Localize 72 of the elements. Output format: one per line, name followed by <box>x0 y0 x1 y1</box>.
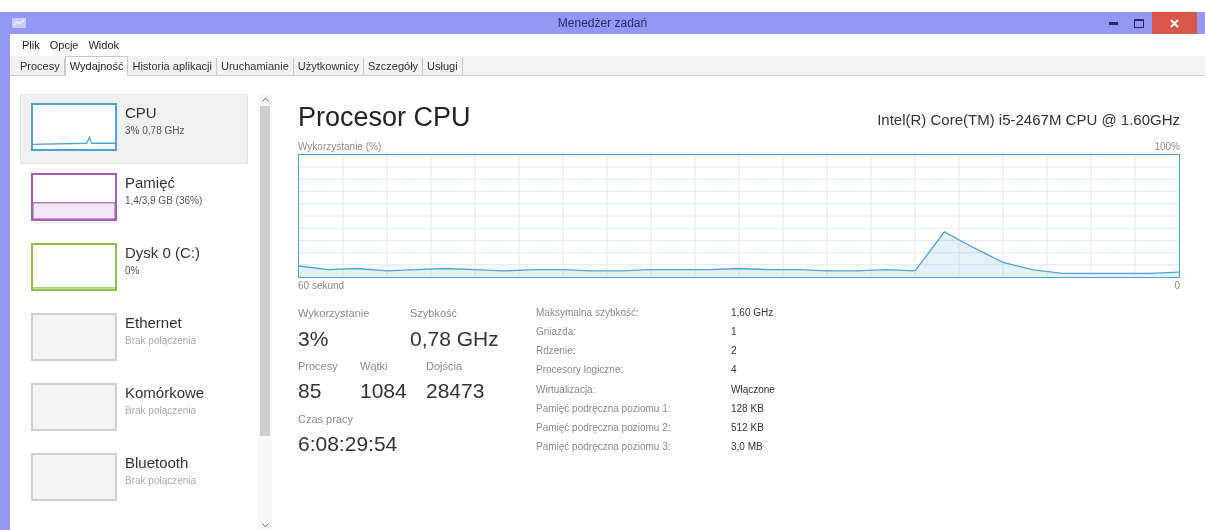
detail-value: 1 <box>731 325 738 340</box>
detail-label: Rdzenie: <box>536 344 577 359</box>
scroll-down-icon <box>261 523 269 528</box>
maximize-icon <box>1134 18 1144 28</box>
graph-label: 0 <box>1174 279 1180 293</box>
window-title: Menedżer zadań <box>557 15 648 32</box>
stat-label: Dojścia <box>426 358 464 374</box>
stat-value: 0,78 GHz <box>410 325 500 352</box>
menu-item[interactable]: Widok <box>88 36 120 54</box>
close-icon <box>1170 18 1179 28</box>
tab[interactable]: Uruchamianie <box>216 58 294 75</box>
stat-value: 6:08:29:54 <box>298 431 399 457</box>
scroll-up-icon <box>261 97 269 102</box>
stat-label: Wykorzystanie <box>298 306 371 321</box>
detail-label: Pamięć podręczna poziomu 2: <box>536 420 672 435</box>
detail-label: Wirtualizacja: <box>536 382 597 397</box>
sidebar-item[interactable]: Komórkowe Brak połączenia <box>20 374 248 444</box>
detail-value: 1,60 GHz <box>731 306 775 320</box>
detail-value: 128 KB <box>731 401 765 416</box>
stat-label: Procesy <box>298 358 339 374</box>
tab[interactable]: Szczegóły <box>363 58 424 75</box>
item-detail: Brak połączenia <box>125 333 197 348</box>
tab[interactable]: Usługi <box>423 58 463 75</box>
item-name: Ethernet <box>125 314 183 333</box>
detail-value: 2 <box>731 344 738 359</box>
item-detail: 3% 0,78 GHz <box>125 123 185 138</box>
item-name: Pamięć <box>125 174 177 193</box>
detail-value: 4 <box>731 363 738 378</box>
item-name: CPU <box>125 104 158 123</box>
item-detail: Brak połączenia <box>125 473 197 488</box>
page-title: Procesor CPU <box>298 104 471 131</box>
sidebar-item[interactable]: Pamięć 1,4/3,9 GB (36%) <box>20 164 248 234</box>
detail-value: Włączone <box>731 382 775 397</box>
scrollbar[interactable] <box>258 94 272 530</box>
sidebar-item[interactable]: Ethernet Brak połączenia <box>20 304 248 374</box>
graph-label: 100% <box>1154 140 1180 154</box>
item-name: Dysk 0 (C:) <box>125 244 200 263</box>
stat-label: Wątki <box>360 358 389 374</box>
menu-item[interactable]: Opcje <box>49 36 79 54</box>
detail-label: Pamięć podręczna poziomu 1: <box>536 401 672 416</box>
close-button[interactable] <box>1152 12 1197 34</box>
stat-value: 3% <box>298 325 330 352</box>
stat-label: Czas pracy <box>298 411 355 427</box>
detail-label: Procesory logiczne: <box>536 363 625 378</box>
item-name: Komórkowe <box>125 384 205 403</box>
tab[interactable]: Wydajność <box>64 56 129 76</box>
detail-value: 512 KB <box>731 420 765 435</box>
stat-value: 1084 <box>360 378 408 405</box>
tab[interactable]: Użytkownicy <box>293 58 364 75</box>
tab[interactable]: Historia aplikacji <box>128 58 217 75</box>
scroll-thumb[interactable] <box>260 106 270 436</box>
tab[interactable]: Procesy <box>16 58 65 75</box>
graph-label: Wykorzystanie (%) <box>298 140 382 154</box>
detail-label: Pamięć podręczna poziomu 3: <box>536 440 672 455</box>
item-detail: 1,4/3,9 GB (36%) <box>125 193 203 208</box>
stat-label: Szybkość <box>410 306 459 321</box>
sidebar-item[interactable]: CPU 3% 0,78 GHz <box>20 94 248 164</box>
graph-label: 60 sekund <box>298 279 345 293</box>
sidebar-item[interactable]: Bluetooth Brak połączenia <box>20 444 248 514</box>
menu-item[interactable]: Plik <box>22 36 40 54</box>
detail-label: Gniazda: <box>536 325 578 340</box>
minimize-icon <box>1108 21 1118 25</box>
sidebar-item[interactable]: Dysk 0 (C:) 0% <box>20 234 248 304</box>
item-name: Bluetooth <box>125 454 190 473</box>
detail-value: 3,0 MB <box>731 440 764 455</box>
item-detail: 0% <box>125 263 141 278</box>
stat-value: 28473 <box>426 378 486 405</box>
detail-label: Maksymalna szybkość: <box>536 306 640 320</box>
stat-value: 85 <box>298 378 323 405</box>
processor-name: Intel(R) Core(TM) i5-2467M CPU @ 1.60GHz <box>877 109 1180 130</box>
app-icon <box>12 17 26 29</box>
item-detail: Brak połączenia <box>125 403 198 418</box>
